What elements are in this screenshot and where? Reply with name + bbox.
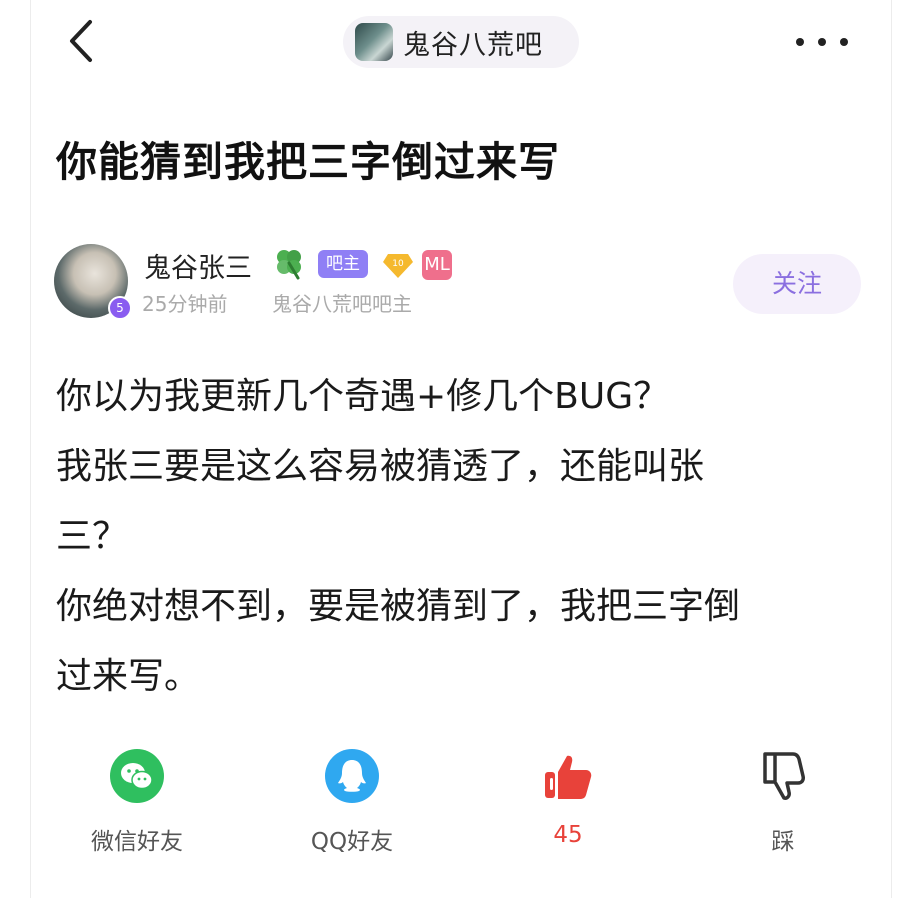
forum-avatar [355, 23, 393, 61]
like-count: 45 [553, 822, 583, 848]
forum-owner-badge: 吧主 [318, 250, 368, 278]
svg-text:10: 10 [392, 259, 404, 269]
body-line: 你以为我更新几个奇遇+修几个BUG？ [56, 376, 670, 417]
author-name[interactable]: 鬼谷张三 [144, 246, 252, 285]
dislike-button[interactable]: 踩 [713, 748, 853, 856]
diamond-level-icon: 10 [383, 254, 413, 278]
level-badge: 5 [108, 296, 132, 320]
dislike-label: 踩 [771, 829, 795, 855]
like-button[interactable]: 45 [498, 748, 638, 848]
clover-icon [277, 250, 301, 280]
forum-name: 鬼谷八荒吧 [403, 29, 543, 61]
post-body: 你以为我更新几个奇遇+修几个BUG？ 我张三要是这么容易被猜透了，还能叫张 三？… [56, 362, 856, 712]
more-dot-icon [840, 38, 848, 46]
share-wechat-button[interactable]: 微信好友 [67, 748, 207, 856]
follow-button[interactable]: 关注 [733, 254, 861, 314]
more-dot-icon [796, 38, 804, 46]
thumbs-up-icon [545, 755, 592, 799]
wechat-label: 微信好友 [91, 829, 183, 855]
qq-label: QQ好友 [310, 829, 394, 855]
post-title: 你能猜到我把三字倒过来写 [56, 138, 560, 186]
qq-icon [325, 749, 379, 803]
body-line: 我张三要是这么容易被猜透了，还能叫张 [56, 446, 705, 487]
body-line: 你绝对想不到，要是被猜到了，我把三字倒 [56, 586, 741, 627]
back-arrow-icon [70, 20, 92, 62]
body-line: 三？ [56, 516, 129, 557]
author-role: 鬼谷八荒吧吧主 [272, 292, 412, 316]
more-options-button[interactable] [796, 28, 848, 56]
back-button[interactable] [64, 18, 100, 64]
sign-badge-icon: ML [422, 250, 452, 280]
wechat-icon [110, 749, 164, 803]
more-dot-icon [818, 38, 826, 46]
top-nav: 鬼谷八荒吧 [0, 0, 920, 90]
body-line: 过来写。 [56, 656, 201, 697]
forum-chip[interactable]: 鬼谷八荒吧 [343, 16, 579, 68]
post-time: 25分钟前 [142, 292, 228, 316]
share-qq-button[interactable]: QQ好友 [282, 748, 422, 856]
action-bar: 微信好友 QQ好友 45 踩 [0, 748, 920, 858]
thumbs-down-icon [763, 752, 805, 800]
